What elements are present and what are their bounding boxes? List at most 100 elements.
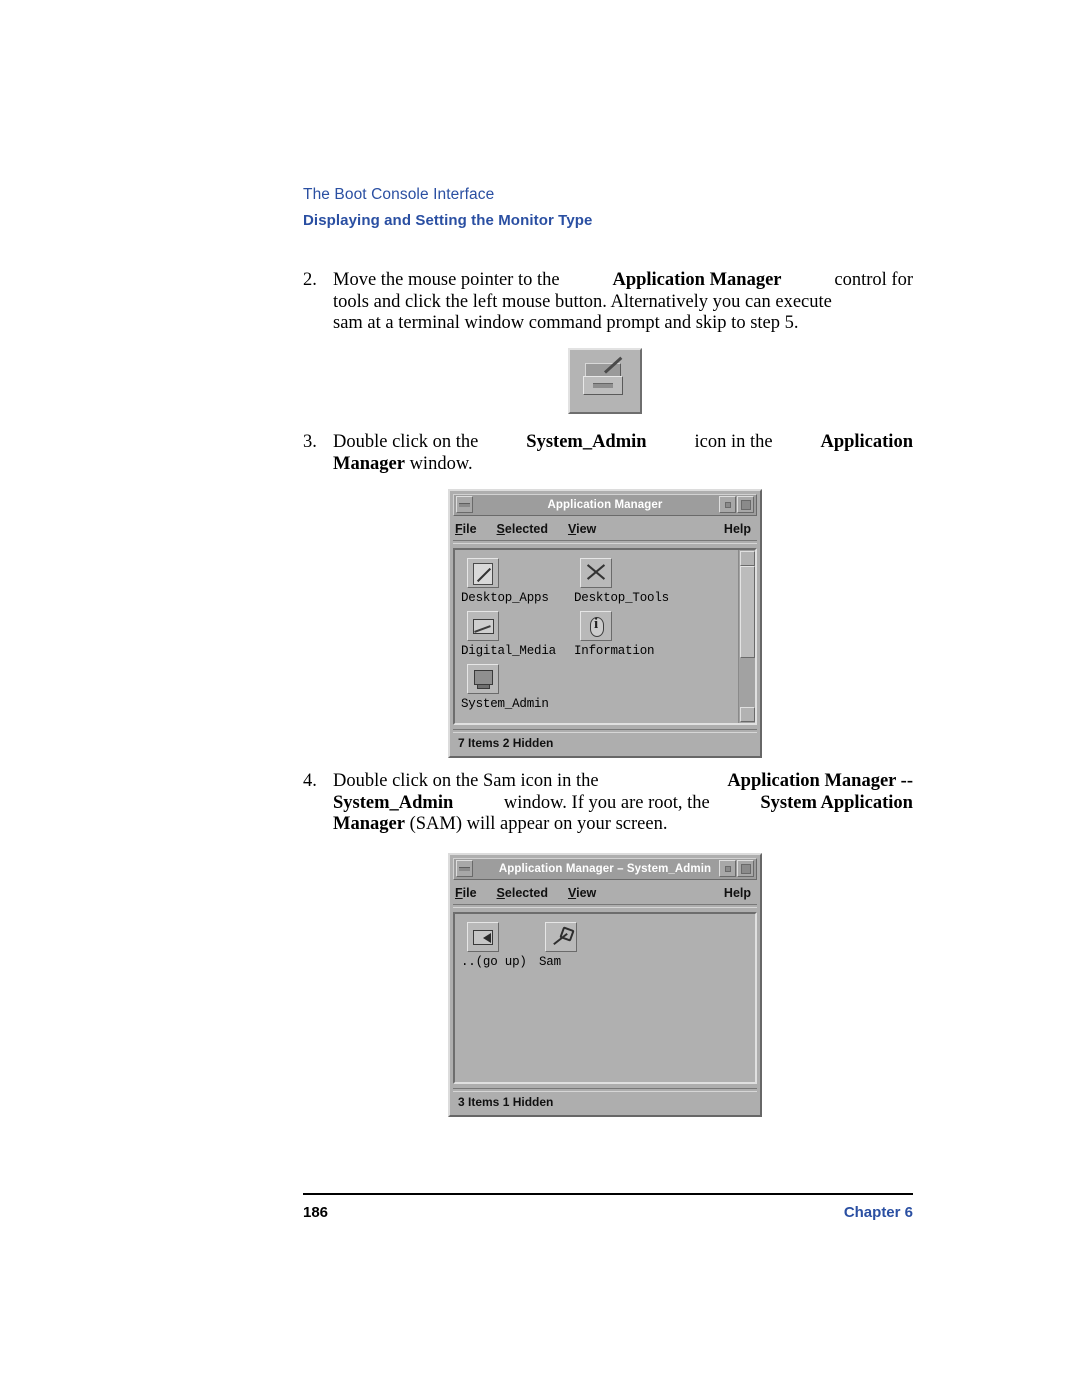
icon-cell-sam[interactable]: Sam (539, 922, 629, 969)
go-up-icon (467, 922, 499, 952)
step-3: 3. Double click on the System_Admin icon… (303, 432, 913, 475)
icon-cell-information[interactable]: Information (574, 611, 687, 658)
step-2-line2: tools and click the left mouse button. A… (333, 291, 832, 312)
system-admin-window[interactable]: Application Manager – System_Admin File … (448, 853, 762, 1117)
step-2-number: 2. (303, 270, 317, 290)
icon-cell-desktop-tools[interactable]: Desktop_Tools (574, 558, 687, 605)
step-3-line1-c: icon in the (694, 432, 773, 452)
status-separator (453, 1088, 757, 1092)
footer-rule (303, 1193, 913, 1195)
step-4-line1-a: Double click on the Sam icon in the (333, 771, 599, 791)
step-4-line3-a: Manager (333, 814, 405, 834)
menu-view-label: iew (576, 522, 597, 536)
menu-file-mnemonic: F (455, 522, 463, 536)
minimize-button[interactable] (719, 860, 736, 877)
window2-titlebar[interactable]: Application Manager – System_Admin (453, 858, 757, 880)
window2-title: Application Manager – System_Admin (498, 863, 712, 875)
menu-selected-label: elected (504, 886, 548, 900)
icon-cell-system-admin[interactable]: System_Admin (461, 664, 574, 711)
menu-help[interactable]: Help (724, 886, 751, 900)
step-2-line1-a: Move the mouse pointer to the (333, 270, 560, 290)
drawer-graphic (583, 363, 623, 395)
icon-label: Desktop_Tools (574, 591, 669, 605)
step-4-line3-b: (SAM) will appear on your screen. (404, 814, 668, 834)
x-glyph (585, 562, 607, 584)
window-menu-button[interactable] (456, 860, 473, 877)
menu-file-mnemonic: F (455, 886, 463, 900)
step-4-text: Double click on the Sam icon in the Appl… (333, 771, 913, 836)
icon-cell-desktop-apps[interactable]: Desktop_Apps (461, 558, 574, 605)
window-menu-button[interactable] (456, 496, 473, 513)
menubar-separator (453, 540, 757, 544)
window2-icon-canvas[interactable]: ..(go up) Sam (453, 912, 757, 1084)
icon-label: System_Admin (461, 697, 549, 711)
pencil-glyph (472, 562, 494, 585)
icon-cell-digital-media[interactable]: Digital_Media (461, 611, 574, 658)
window1-title: Application Manager (547, 499, 663, 511)
menu-help-mnemonic: H (723, 522, 733, 536)
window1-icon-canvas[interactable]: Desktop_Apps Desktop_Tools Digital_Media (453, 548, 757, 725)
maximize-button[interactable] (737, 860, 754, 877)
status-separator (453, 729, 757, 733)
menu-view-mnemonic: V (567, 886, 577, 900)
scrollbar-thumb[interactable] (740, 566, 755, 658)
window1-menubar[interactable]: File Selected View Help (453, 518, 757, 540)
window1-status: 7 Items 2 Hidden (458, 736, 554, 750)
monitor-glyph (472, 668, 494, 690)
application-manager-control-icon (568, 348, 642, 414)
wave-glyph (472, 615, 494, 637)
step-2-line1-b: Application Manager (612, 270, 782, 290)
icon-cell-go-up[interactable]: ..(go up) (461, 922, 539, 969)
window2-menubar[interactable]: File Selected View Help (453, 882, 757, 904)
step-3-number: 3. (303, 432, 317, 452)
application-manager-window[interactable]: Application Manager File Selected View H… (448, 489, 762, 758)
page-header: The Boot Console Interface Displaying an… (303, 186, 913, 229)
window2-status: 3 Items 1 Hidden (458, 1095, 554, 1109)
step-4-line3: Manager (SAM) will appear on your screen… (333, 814, 913, 836)
menu-selected[interactable]: Selected (495, 522, 550, 536)
menu-file-label: ile (462, 886, 477, 900)
scroll-up-arrow-icon[interactable] (740, 551, 755, 566)
menu-view[interactable]: View (566, 886, 598, 900)
menu-view[interactable]: View (566, 522, 598, 536)
step-3-line1-a: Double click on the (333, 432, 479, 452)
digital-media-icon (467, 611, 499, 641)
step-4-line2-a: System_Admin (333, 792, 454, 813)
window1-titlebar[interactable]: Application Manager (453, 494, 757, 516)
step-3-line1-d: Application (820, 432, 913, 452)
menu-file[interactable]: File (453, 522, 479, 536)
menu-view-mnemonic: V (567, 522, 577, 536)
icon-row: ..(go up) Sam (461, 922, 629, 969)
sam-glyph (550, 926, 572, 948)
chapter-label: Chapter 6 (843, 1204, 913, 1221)
scroll-down-arrow-icon[interactable] (740, 707, 755, 722)
step-2-line3: sam at a terminal window command prompt … (333, 313, 799, 333)
menu-selected-mnemonic: S (496, 522, 505, 536)
menu-help-label: elp (732, 886, 751, 900)
running-head: The Boot Console Interface (303, 186, 495, 203)
document-page: The Boot Console Interface Displaying an… (0, 0, 1080, 1397)
menu-help-label: elp (732, 522, 751, 536)
icon-row: Digital_Media Information (461, 611, 687, 658)
step-2: 2. Move the mouse pointer to the Applica… (303, 270, 913, 335)
vertical-scrollbar[interactable] (738, 550, 755, 723)
icon-row: Desktop_Apps Desktop_Tools (461, 558, 687, 605)
system-admin-icon (467, 664, 499, 694)
icon-label: Sam (539, 955, 561, 969)
icon-label: Information (574, 644, 655, 658)
step-2-line1-c: control for (834, 270, 913, 290)
maximize-button[interactable] (737, 496, 754, 513)
step-2-text: Move the mouse pointer to the Applicatio… (333, 270, 913, 335)
step-4: 4. Double click on the Sam icon in the A… (303, 771, 913, 836)
icon-label: ..(go up) (461, 955, 527, 969)
menu-file[interactable]: File (453, 886, 479, 900)
menu-selected[interactable]: Selected (495, 886, 550, 900)
step-4-line1-b: Application Manager -- (727, 771, 913, 791)
sam-icon (545, 922, 577, 952)
step-3-text: Double click on the System_Admin icon in… (333, 432, 913, 475)
icon-label: Desktop_Apps (461, 591, 549, 605)
info-glyph (585, 615, 607, 637)
minimize-button[interactable] (719, 496, 736, 513)
menu-help[interactable]: Help (724, 522, 751, 536)
window1-icon-grid: Desktop_Apps Desktop_Tools Digital_Media (455, 550, 687, 717)
